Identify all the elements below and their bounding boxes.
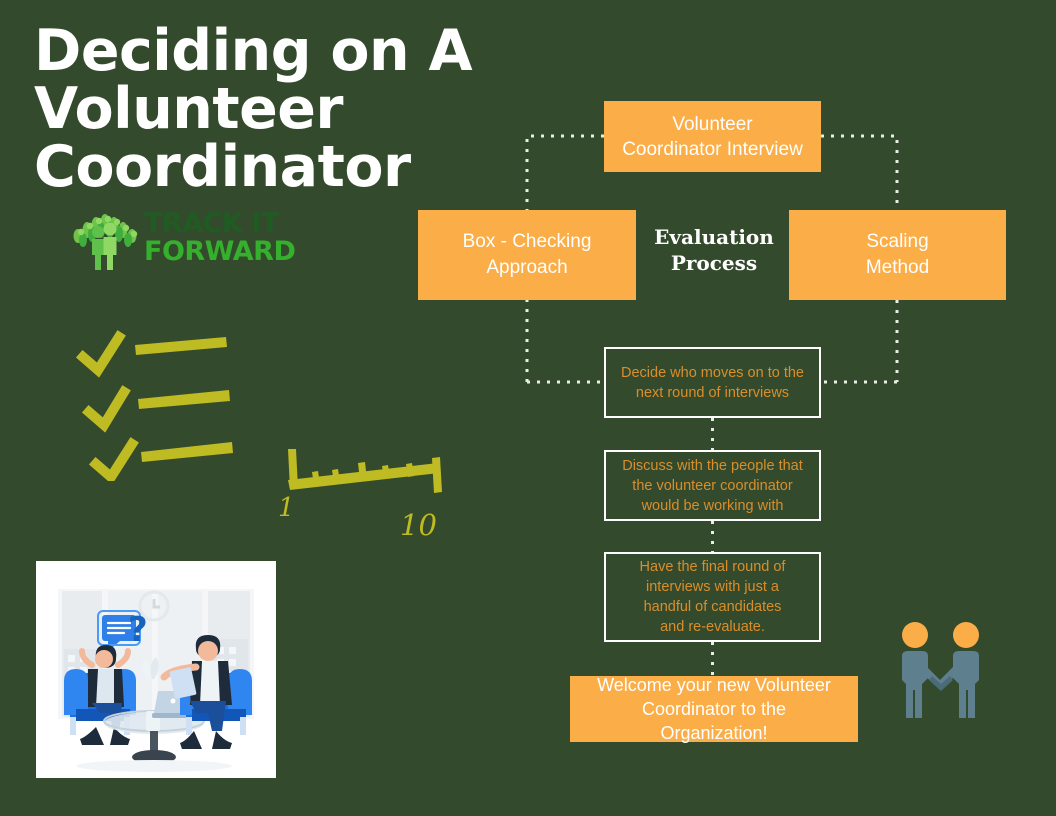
handshake-people-icon [902,622,979,718]
page-title-line-2: Volunteer [34,76,344,142]
flow-box-welcome-new-coordinator[interactable]: Welcome your new Volunteer Coordinator t… [570,673,858,745]
flow-box-label: Discuss with the people that the volunte… [606,456,819,516]
brand-logo: TRACK IT FORWARD [68,208,296,270]
flow-box-line: Method [865,257,930,278]
flow-box-label: Scaling Method [789,229,1006,281]
flow-box-line: Welcome your new Volunteer [597,675,831,695]
flow-box-line: interviews with just a [646,579,779,595]
interview-scene-icon: ? [36,561,276,778]
flow-box-line: would be working with [641,497,784,514]
flow-box-label: Have the final round of interviews with … [606,557,819,637]
flow-box-label: Welcome your new Volunteer Coordinator t… [570,673,858,745]
flow-box-discuss-with-people[interactable]: Discuss with the people that the volunte… [604,450,821,521]
flow-box-line: the volunteer coordinator [632,477,793,494]
ruler-scale-decoration-icon: 1 10 [278,449,442,540]
flow-box-line: and re-evaluate. [660,619,765,635]
people-tree-logo-icon [73,214,138,270]
flow-box-line: Organization! [660,723,768,743]
flow-box-line: Coordinator to the [641,699,787,719]
flow-box-label: Decide who moves on to the next round of… [606,363,819,403]
ruler-max-label: 10 [400,508,437,540]
interview-illustration: ? [36,561,276,778]
flow-box-scaling-method[interactable]: Scaling Method [789,210,1006,300]
logo-wordmark: TRACK IT FORWARD [144,208,296,267]
page-title: Deciding on A Volunteer Coordinator [34,22,504,196]
evaluation-process-label-line-1: Evaluation [654,225,774,249]
flow-box-line: Scaling [866,231,929,252]
flow-box-line: next round of interviews [635,384,790,401]
flow-box-line: Have the final round of [639,559,786,575]
flow-box-line: handful of candidates [643,599,782,615]
flow-box-volunteer-coordinator-interview[interactable]: Volunteer Coordinator Interview [604,101,821,172]
flow-box-line: Coordinator Interview [622,138,803,160]
flow-box-line: Decide who moves on to the [621,364,804,381]
flow-box-line: Volunteer [672,113,753,135]
logo-wordmark-line-2: FORWARD [144,236,296,267]
infographic-canvas: Deciding on A Volunteer Coordinator TRAC… [0,0,1056,816]
evaluation-process-label-line-2: Process [670,251,758,275]
flow-box-line: Approach [486,257,568,278]
svg-text:?: ? [128,610,148,650]
flow-box-final-round-of-interviews[interactable]: Have the final round of interviews with … [604,552,821,642]
flow-box-label: Volunteer Coordinator Interview [604,112,821,162]
flow-box-line: Discuss with the people that [622,457,803,474]
ruler-min-label: 1 [278,493,295,523]
flow-box-box-checking-approach[interactable]: Box - Checking Approach [418,210,636,300]
flow-box-label: Box - Checking Approach [418,229,636,281]
flow-box-line: Box - Checking [462,231,592,252]
page-title-line-1: Deciding on A [34,18,473,84]
evaluation-process-label: Evaluation Process [640,224,788,276]
logo-wordmark-line-1: TRACK IT [144,208,279,239]
page-title-line-3: Coordinator [34,134,411,200]
flow-box-decide-who-moves-on[interactable]: Decide who moves on to the next round of… [604,347,821,418]
